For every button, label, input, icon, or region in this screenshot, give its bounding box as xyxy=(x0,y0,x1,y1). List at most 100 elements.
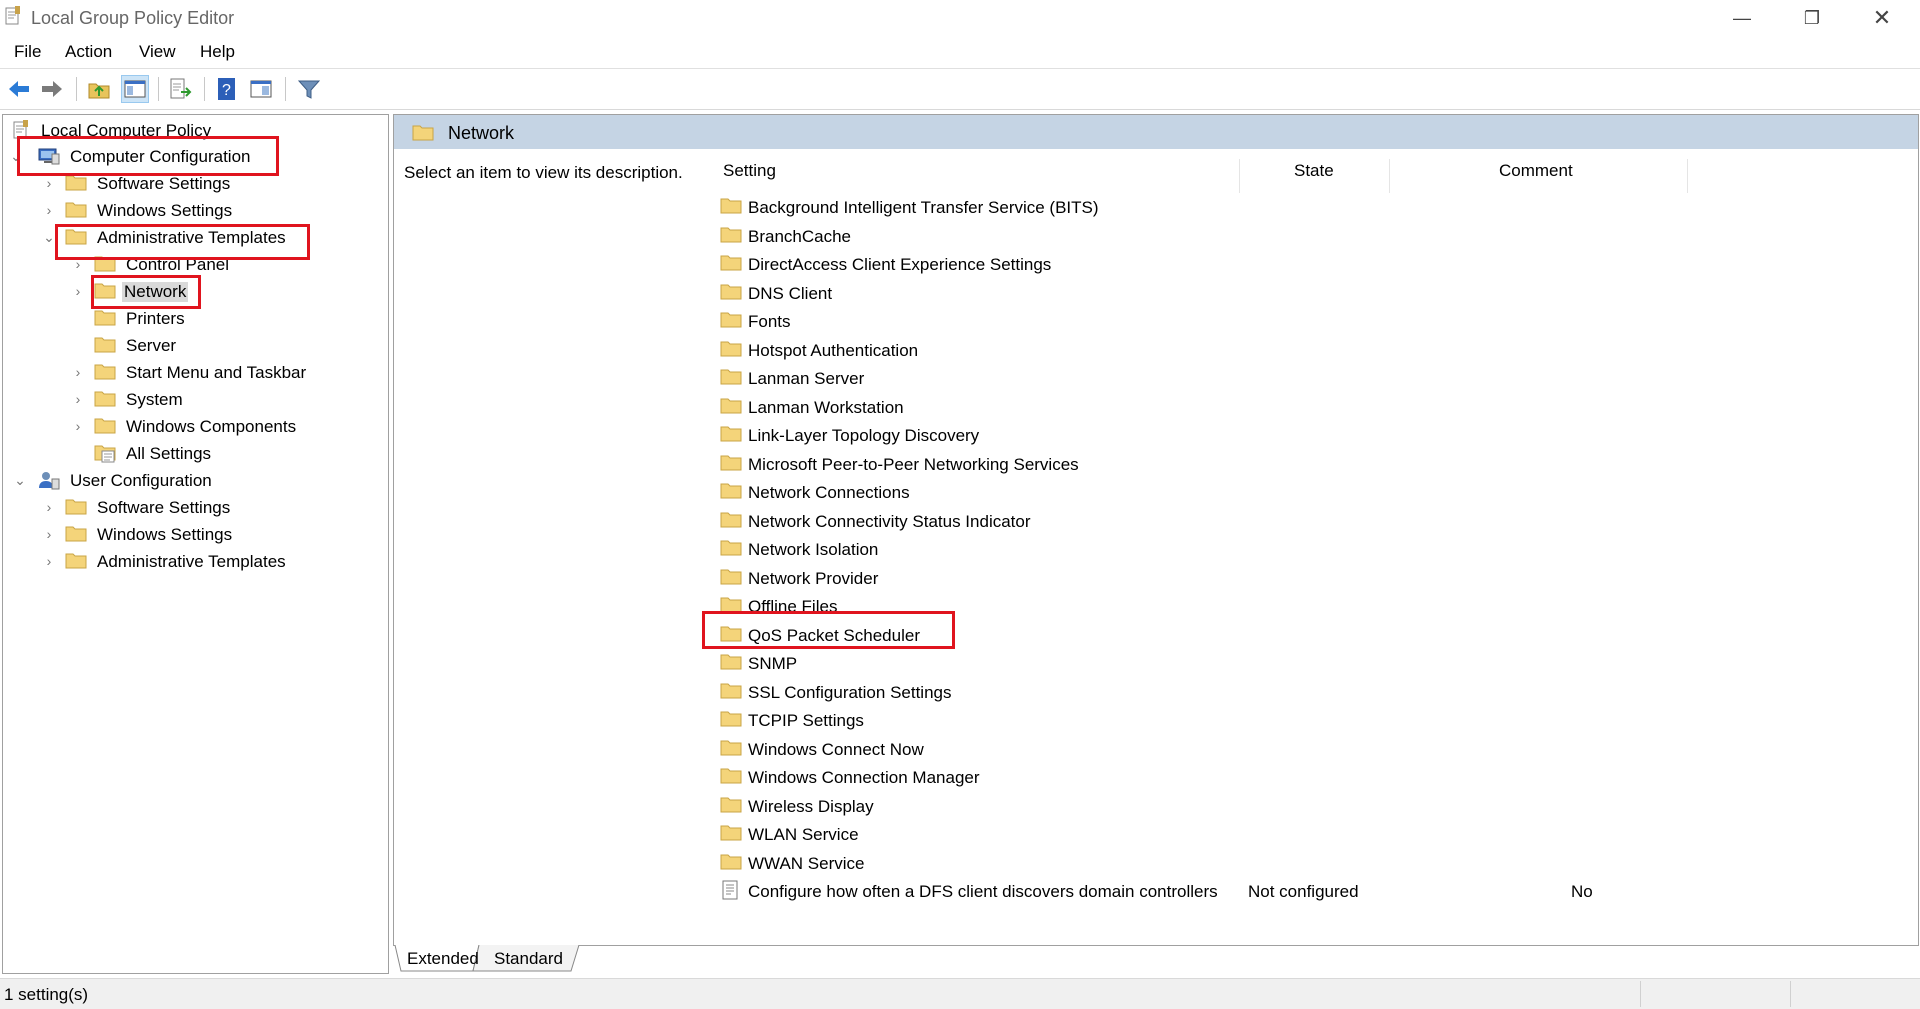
tree-item-all-settings[interactable]: All Settings xyxy=(9,442,379,468)
tree-item-user-configuration[interactable]: ⌄ User Configuration xyxy=(9,469,379,495)
list-item-label: SSL Configuration Settings xyxy=(748,682,952,702)
show-hide-console-tree-icon[interactable] xyxy=(121,75,149,103)
list-item[interactable]: Link-Layer Topology Discovery xyxy=(720,422,1900,450)
list-item[interactable]: SNMP xyxy=(720,650,1900,678)
filter-icon[interactable] xyxy=(296,76,322,102)
list-item[interactable]: SSL Configuration Settings xyxy=(720,679,1900,707)
tree-label: Software Settings xyxy=(97,498,231,517)
tree-label: Windows Components xyxy=(126,417,297,436)
list-item[interactable]: Lanman Server xyxy=(720,365,1900,393)
list-item[interactable]: Microsoft Peer-to-Peer Networking Servic… xyxy=(720,451,1900,479)
folder-icon xyxy=(720,225,742,245)
maximize-button[interactable]: ❐ xyxy=(1790,4,1834,32)
folder-icon xyxy=(65,551,87,571)
tree-item-start-menu-and-taskbar[interactable]: › Start Menu and Taskbar xyxy=(9,361,379,387)
forward-arrow-icon[interactable] xyxy=(39,76,65,102)
status-bar: 1 setting(s) xyxy=(0,978,1920,1009)
column-header-state[interactable]: State xyxy=(1294,161,1334,191)
folder-icon xyxy=(720,852,742,872)
chevron-right-icon[interactable]: › xyxy=(42,526,56,542)
list-item[interactable]: Background Intelligent Transfer Service … xyxy=(720,194,1900,222)
chevron-down-icon[interactable]: ⌄ xyxy=(13,472,27,489)
tab-standard[interactable]: Standard xyxy=(494,945,563,975)
column-header-comment[interactable]: Comment xyxy=(1499,161,1573,191)
folder-icon xyxy=(720,766,742,786)
folder-icon xyxy=(720,253,742,273)
list-item[interactable]: Lanman Workstation xyxy=(720,394,1900,422)
menu-file[interactable]: File xyxy=(14,42,41,62)
list-item[interactable]: DirectAccess Client Experience Settings xyxy=(720,251,1900,279)
folder-icon xyxy=(720,481,742,501)
tree-item-system[interactable]: › System xyxy=(9,388,379,414)
folder-icon xyxy=(720,453,742,473)
list-item[interactable]: BranchCache xyxy=(720,223,1900,251)
list-item[interactable]: Hotspot Authentication xyxy=(720,337,1900,365)
tree-item-uc-windows-settings[interactable]: › Windows Settings xyxy=(9,523,379,549)
menu-action[interactable]: Action xyxy=(65,42,112,62)
back-arrow-icon[interactable] xyxy=(6,76,32,102)
list-item-label: Fonts xyxy=(748,312,791,331)
chevron-down-icon[interactable]: ⌄ xyxy=(42,229,56,246)
policy-setting-icon xyxy=(720,880,742,900)
export-list-icon[interactable] xyxy=(167,76,193,102)
chevron-right-icon[interactable]: › xyxy=(42,175,56,191)
help-icon[interactable]: ? xyxy=(214,76,240,102)
tree-label: Printers xyxy=(126,309,185,328)
menu-view[interactable]: View xyxy=(139,42,176,62)
properties-icon[interactable] xyxy=(248,76,274,102)
list-item-label: DNS Client xyxy=(748,283,833,303)
list-item-label: Microsoft Peer-to-Peer Networking Servic… xyxy=(748,454,1079,474)
minimize-button[interactable]: — xyxy=(1720,4,1764,32)
list-item-label: Wireless Display xyxy=(748,796,874,816)
tree-item-server[interactable]: Server xyxy=(9,334,379,360)
highlight-box-network xyxy=(91,275,201,309)
list-item[interactable]: DNS Client xyxy=(720,280,1900,308)
list-item[interactable]: Network Isolation xyxy=(720,536,1900,564)
chevron-right-icon[interactable]: › xyxy=(71,418,85,434)
chevron-right-icon[interactable]: › xyxy=(42,499,56,515)
list-item-label: Windows Connection Manager xyxy=(748,768,980,787)
status-text: 1 setting(s) xyxy=(4,985,89,1004)
list-item[interactable]: TCPIP Settings xyxy=(720,707,1900,735)
list-item-label: Network Connectivity Status Indicator xyxy=(748,511,1031,531)
list-item[interactable]: Network Connections xyxy=(720,479,1900,507)
policy-state: Not configured xyxy=(1248,882,1359,901)
column-header-setting[interactable]: Setting xyxy=(723,161,776,191)
folder-icon xyxy=(720,795,742,815)
chevron-right-icon[interactable]: › xyxy=(42,553,56,569)
close-button[interactable]: ✕ xyxy=(1860,4,1904,32)
tree-item-cc-windows-settings[interactable]: › Windows Settings xyxy=(9,199,379,225)
list-item[interactable]: Windows Connection Manager xyxy=(720,764,1900,792)
folder-icon xyxy=(720,652,742,672)
folder-icon xyxy=(94,416,116,436)
menu-help[interactable]: Help xyxy=(200,42,235,62)
list-item-label: Network Isolation xyxy=(748,540,879,559)
chevron-right-icon[interactable]: › xyxy=(71,391,85,407)
list-item[interactable]: Windows Connect Now xyxy=(720,736,1900,764)
tree-item-uc-software-settings[interactable]: › Software Settings xyxy=(9,496,379,522)
list-item-label: DirectAccess Client Experience Settings xyxy=(748,255,1052,274)
chevron-right-icon[interactable]: › xyxy=(71,283,85,299)
policy-name: Configure how often a DFS client discove… xyxy=(748,882,1218,901)
list-item-label: Background Intelligent Transfer Service … xyxy=(748,198,1099,217)
tab-extended[interactable]: Extended xyxy=(407,945,479,975)
folder-icon xyxy=(720,396,742,416)
tree-item-windows-components[interactable]: › Windows Components xyxy=(9,415,379,441)
list-item[interactable]: Network Connectivity Status Indicator xyxy=(720,508,1900,536)
folder-icon xyxy=(720,367,742,387)
policy-row[interactable]: Configure how often a DFS client discove… xyxy=(720,878,1900,906)
chevron-right-icon[interactable]: › xyxy=(42,202,56,218)
tree-item-printers[interactable]: Printers xyxy=(9,307,379,333)
tree-item-uc-administrative-templates[interactable]: › Administrative Templates xyxy=(9,550,379,576)
tree-label: Windows Settings xyxy=(97,201,233,220)
chevron-right-icon[interactable]: › xyxy=(71,364,85,380)
list-item[interactable]: WWAN Service xyxy=(720,850,1900,878)
policy-editor-icon xyxy=(4,6,22,26)
list-item[interactable]: Network Provider xyxy=(720,565,1900,593)
list-item[interactable]: Wireless Display xyxy=(720,793,1900,821)
up-folder-icon[interactable] xyxy=(86,76,112,102)
list-item-label: Link-Layer Topology Discovery xyxy=(748,426,980,445)
list-item[interactable]: Fonts xyxy=(720,308,1900,336)
list-item[interactable]: WLAN Service xyxy=(720,821,1900,849)
tree-label: Windows Settings xyxy=(97,525,233,544)
